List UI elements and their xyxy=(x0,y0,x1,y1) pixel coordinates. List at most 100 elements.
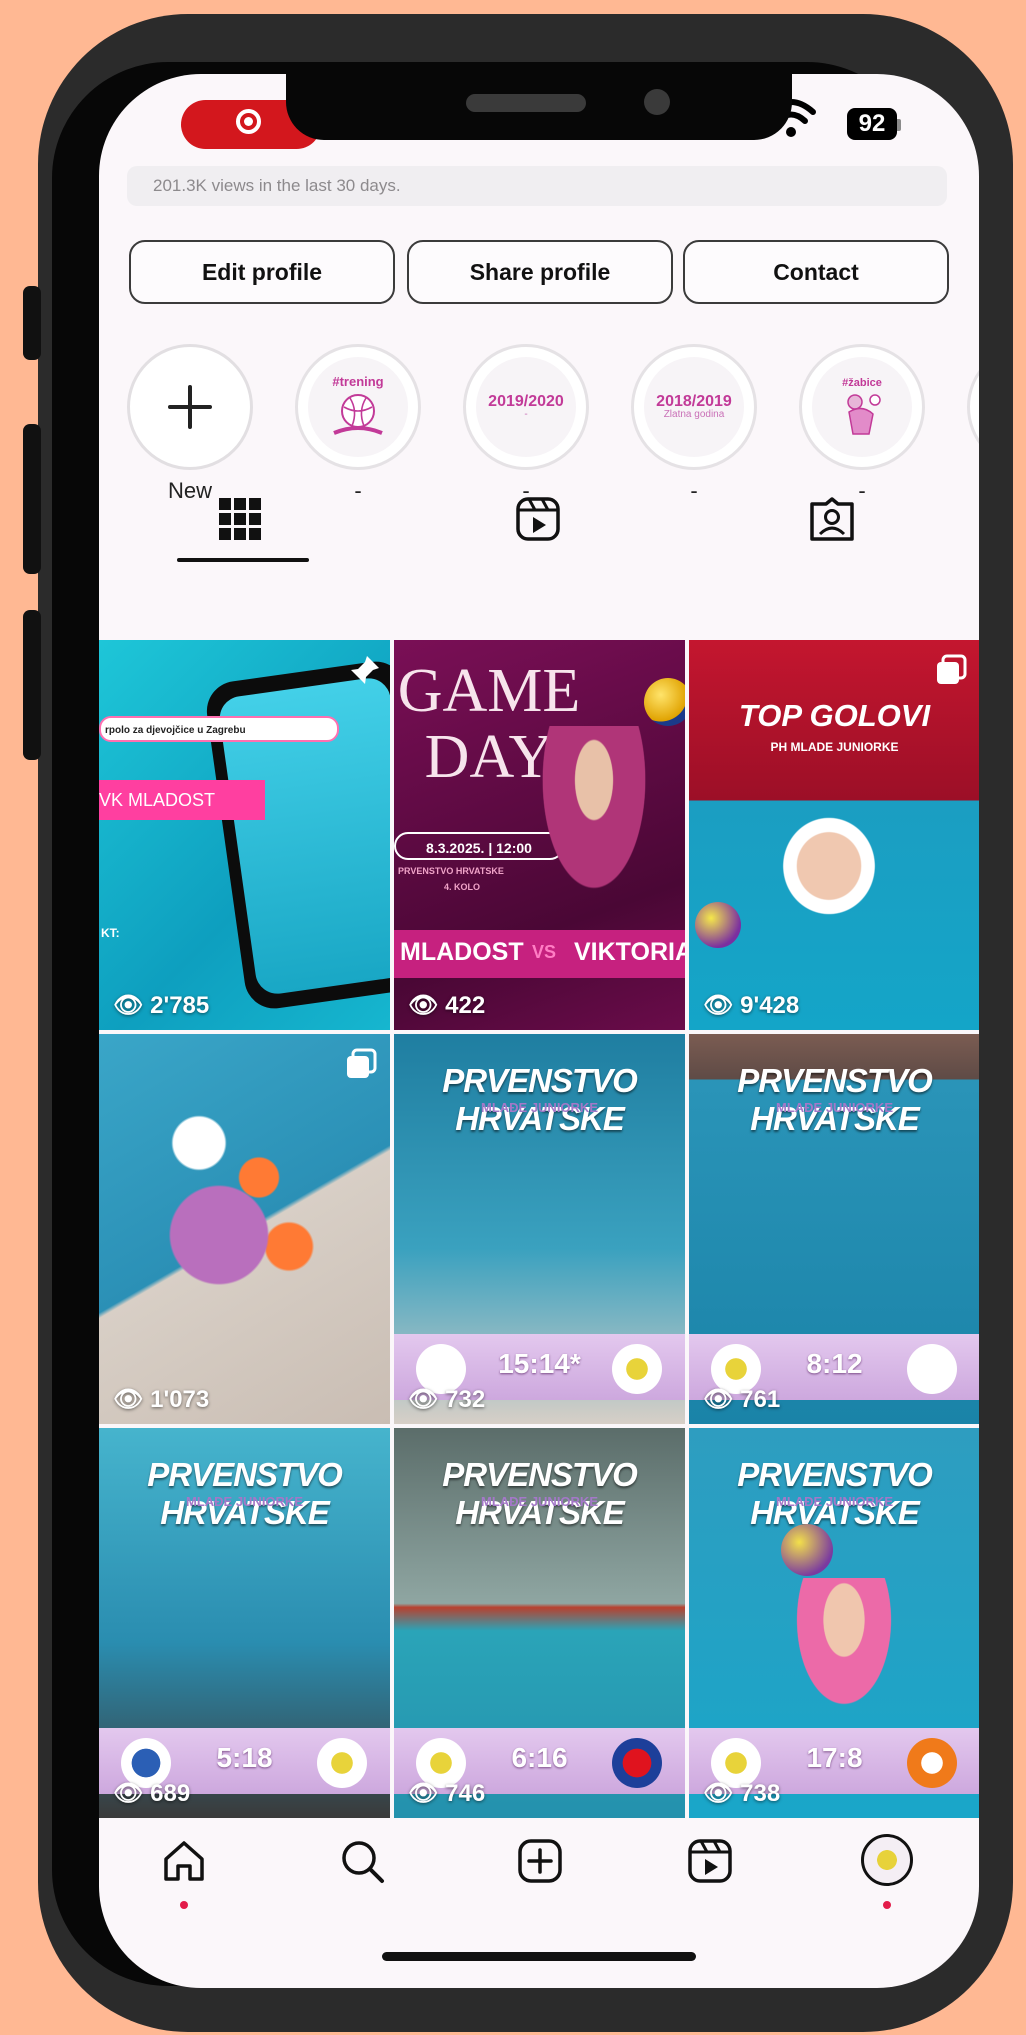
highlight-title: 2018/2019 xyxy=(656,392,732,410)
mute-switch xyxy=(23,286,41,360)
home-notification-dot xyxy=(180,1901,188,1909)
highlight-trening[interactable]: #trening - xyxy=(295,344,421,504)
highlight-subtitle: Zlatna godina xyxy=(663,408,725,420)
team-logo xyxy=(317,1738,367,1788)
highlight-zabice[interactable]: #žabice - xyxy=(799,344,925,504)
reels-icon xyxy=(688,1839,732,1883)
highlight-2018-2019[interactable]: 2018/2019 Zlatna godina - xyxy=(631,344,757,504)
view-count: 👁︎ 738 xyxy=(703,1780,781,1807)
share-profile-button[interactable]: Share profile xyxy=(407,240,673,304)
player-photo xyxy=(534,726,654,906)
team-logo xyxy=(612,1344,662,1394)
view-count: 👁︎ 1'073 xyxy=(113,1386,210,1413)
record-icon xyxy=(236,109,261,134)
battery-cap xyxy=(897,119,901,131)
post-tile[interactable]: TOP GOLOVI PH MLADE JUNIORKE 👁︎ 9'428 xyxy=(689,640,979,1030)
active-tab-indicator xyxy=(177,558,309,562)
team-logo xyxy=(612,1738,662,1788)
phone-screen: 92 201.3K views in the last 30 days. Edi… xyxy=(99,74,979,1988)
view-count: 👁︎ 9'428 xyxy=(703,992,800,1019)
highlight-subtitle: - xyxy=(524,408,528,420)
search-bar-graphic: rpolo za djevojčice u Zagrebu xyxy=(99,716,339,742)
profile-notification-dot xyxy=(883,1901,891,1909)
post-subtitle: MLAĐE JUNIORKE xyxy=(775,1100,893,1115)
view-count: 👁︎ 689 xyxy=(113,1780,191,1807)
away-team: VIKTORIA xyxy=(574,938,685,966)
battery-level: 92 xyxy=(847,108,897,140)
highlight-title: 2019/2020 xyxy=(488,392,564,410)
frog-mascot-icon xyxy=(847,394,881,435)
volume-down-button xyxy=(23,610,41,760)
home-icon xyxy=(164,1841,204,1881)
waterpolo-ball xyxy=(781,1524,833,1576)
highlight-label: - xyxy=(354,478,362,503)
team-logo xyxy=(907,1344,957,1394)
post-tile[interactable]: PRVENSTVO HRVATSKE MLAĐE JUNIORKE 8:12 👁… xyxy=(689,1034,979,1424)
edit-profile-button[interactable]: Edit profile xyxy=(129,240,395,304)
tab-reels[interactable] xyxy=(515,496,561,547)
grid-icon xyxy=(219,498,261,540)
plus-icon xyxy=(168,385,212,429)
carousel-icon xyxy=(937,654,967,684)
view-count: 👁︎ 732 xyxy=(408,1386,486,1413)
carousel-icon xyxy=(347,1048,377,1078)
reels-icon xyxy=(516,497,560,541)
highlight-title: #žabice xyxy=(842,377,882,389)
post-tile[interactable]: 👁︎ 1'073 xyxy=(99,1034,390,1424)
nav-profile[interactable] xyxy=(861,1834,913,1886)
post-tile[interactable]: PRVENSTVO HRVATSKE MLAĐE JUNIORKE 6:16 👁… xyxy=(394,1428,685,1818)
highlight-title: #trening xyxy=(332,374,384,389)
post-tile[interactable]: PRVENSTVO HRVATSKE MLAĐE JUNIORKE 15:14*… xyxy=(394,1034,685,1424)
highlight-new[interactable]: New xyxy=(127,344,253,504)
player-photo xyxy=(749,810,909,950)
search-icon xyxy=(342,1841,384,1883)
post-subtitle: PH MLADE JUNIORKE xyxy=(770,740,899,754)
volume-up-button xyxy=(23,424,41,574)
vs-label: VS xyxy=(532,942,557,962)
tab-grid[interactable] xyxy=(217,496,263,547)
nav-search[interactable] xyxy=(339,1838,385,1889)
highlight-next[interactable] xyxy=(967,344,979,470)
team-logo xyxy=(907,1738,957,1788)
phone-notch xyxy=(286,74,792,140)
highlight-2019-2020[interactable]: 2019/2020 - - xyxy=(463,344,589,504)
competition-label: PRVENSTVO HRVATSKE xyxy=(398,866,504,876)
post-subtitle: MLAĐE JUNIORKE xyxy=(480,1494,598,1509)
contact-label: KT: xyxy=(101,926,120,940)
highlight-label: - xyxy=(690,478,698,503)
pin-icon xyxy=(351,656,379,684)
home-indicator[interactable] xyxy=(382,1952,696,1961)
view-count: 👁︎ 422 xyxy=(408,992,486,1019)
tab-tagged[interactable] xyxy=(809,496,855,547)
profile-views-insight[interactable]: 201.3K views in the last 30 days. xyxy=(127,166,947,206)
match-banner: MLADOST VS VIKTORIA xyxy=(394,930,685,978)
club-name-label: VK MLADOST xyxy=(99,780,265,820)
view-count: 👁︎ 761 xyxy=(703,1386,781,1413)
post-title: TOP GOLOVI xyxy=(738,698,931,733)
post-tile[interactable]: rpolo za djevojčice u Zagrebu VK MLADOST… xyxy=(99,640,390,1030)
view-count: 👁︎ 746 xyxy=(408,1780,486,1807)
nav-create[interactable] xyxy=(517,1838,563,1889)
player-photo xyxy=(789,1578,899,1718)
nav-home[interactable] xyxy=(161,1838,207,1889)
post-subtitle: MLAĐE JUNIORKE xyxy=(185,1494,303,1509)
post-subtitle: MLAĐE JUNIORKE xyxy=(775,1494,893,1509)
contact-button[interactable]: Contact xyxy=(683,240,949,304)
view-count: 👁︎ 2'785 xyxy=(113,992,210,1019)
team-photo xyxy=(139,1074,339,1304)
home-team: MLADOST xyxy=(400,938,524,966)
waterpolo-ball xyxy=(695,902,741,948)
front-camera xyxy=(644,89,670,115)
round-label: 4. KOLO xyxy=(444,882,481,892)
tagged-icon xyxy=(810,497,854,541)
nav-reels[interactable] xyxy=(687,1838,733,1889)
plus-square-icon xyxy=(518,1839,562,1883)
post-tile[interactable]: GAME DAY 8.3.2025. | 12:00 PRVENSTVO HRV… xyxy=(394,640,685,1030)
waterpolo-ball-icon xyxy=(333,394,383,435)
profile-avatar-icon xyxy=(861,1834,913,1886)
post-tile[interactable]: PRVENSTVO HRVATSKE MLAĐE JUNIORKE 17:8 👁… xyxy=(689,1428,979,1818)
speaker-grille xyxy=(466,94,586,112)
post-subtitle: MLAĐE JUNIORKE xyxy=(480,1100,598,1115)
waterpolo-ball xyxy=(644,678,685,726)
post-tile[interactable]: PRVENSTVO HRVATSKE MLAĐE JUNIORKE 5:18 👁… xyxy=(99,1428,390,1818)
